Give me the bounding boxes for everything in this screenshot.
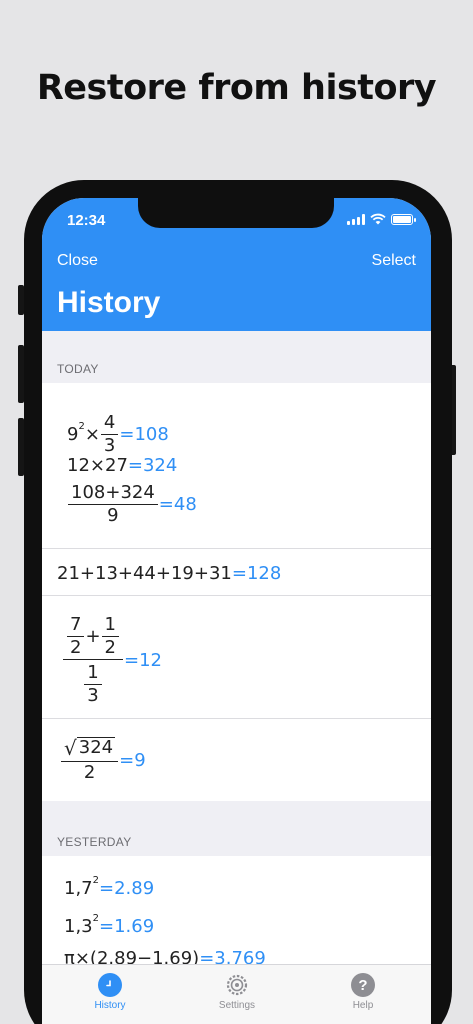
result: =324 [127,455,178,476]
select-button[interactable]: Select [372,252,416,270]
clock-icon [98,973,122,997]
fraction: √ 324 2 [61,736,119,783]
expression: 21+13+44+19+31 [57,563,232,584]
expression-operator: × [84,424,100,445]
result: =2.89 [99,878,155,899]
tab-label: Help [352,1000,374,1011]
fraction-denominator: 3 [103,435,116,456]
expression-base: 1,3 [64,916,93,937]
expression: 12×27 [67,455,128,476]
close-button[interactable]: Close [57,252,98,270]
tab-label: Settings [218,1000,256,1011]
fraction-denominator: 2 [70,637,82,658]
square-root: √ 324 [64,736,116,760]
fraction: 1 3 [84,663,102,706]
complex-denominator: 1 3 [80,660,105,706]
status-icons [347,213,416,225]
history-entry[interactable]: 1,7 2 =2.89 [64,875,155,899]
expression-base: 9 [67,424,79,445]
fraction: 108+324 9 [68,483,158,526]
signal-icon [347,213,365,225]
fraction-denominator: 2 [104,637,116,658]
gear-icon [225,973,249,997]
question-icon: ? [351,973,375,997]
expression-base: 1,7 [64,878,93,899]
expression-exponent: 2 [92,875,100,886]
tab-settings[interactable]: Settings [197,973,277,1011]
fraction: 4 3 [100,413,119,456]
section-header-today: TODAY [57,362,99,376]
tab-history[interactable]: History [70,973,150,1011]
tab-label: History [94,1000,126,1011]
fraction: 7 2 [67,615,85,658]
history-entry[interactable]: 1,3 2 =1.69 [64,913,155,937]
fraction-numerator: √ 324 [61,736,119,762]
result: =1.69 [99,916,155,937]
fraction-numerator: 4 [100,413,119,435]
fraction-numerator: 7 [67,615,85,637]
battery-icon [391,213,416,225]
fraction-denominator: 2 [83,762,96,783]
page-title: History [57,286,161,319]
expression-exponent: 2 [92,913,100,924]
tab-bar: History Settings ? Help [42,964,431,1024]
complex-numerator: 7 2 + 1 2 [63,615,123,660]
today-list: 92 × 4 3 =108 12×27 =324 108+324 9 =48 2… [42,383,431,801]
fraction-denominator: 3 [87,685,99,706]
tab-help[interactable]: ? Help [323,973,403,1011]
row-divider [42,548,431,549]
row-divider [42,718,431,719]
fraction-numerator: 1 [84,663,102,685]
history-entry[interactable]: 92 × 4 3 =108 [67,413,169,456]
phone-screen: 12:34 Close Select History TODAY 92 × 4 … [42,198,431,1024]
history-entry[interactable]: 7 2 + 1 2 1 3 =12 [62,615,162,706]
history-entry[interactable]: √ 324 2 =9 [60,737,146,783]
expression-exponent: 2 [78,421,85,432]
history-entry[interactable]: 108+324 9 =48 [67,483,197,526]
wifi-icon [370,213,386,225]
row-divider [42,595,431,596]
complex-fraction: 7 2 + 1 2 1 3 [63,615,123,706]
history-entry[interactable]: 12×27 =324 [67,455,177,476]
yesterday-list: 1,7 2 =2.89 1,3 2 =1.69 π×(2.89−1.69) =3.7… [42,856,431,976]
result: =108 [119,424,169,445]
section-header-yesterday: YESTERDAY [57,835,132,849]
plus-operator: + [85,625,101,647]
result: =128 [231,563,282,584]
radical-sign: √ [64,736,77,760]
fraction: 1 2 [101,615,119,658]
notch [138,198,334,228]
fraction-numerator: 1 [101,615,119,637]
result: =48 [158,494,197,515]
headline: Restore from history [36,68,437,108]
radicand: 324 [76,737,116,758]
fraction-denominator: 9 [107,505,119,526]
result: =9 [119,749,146,771]
history-entry[interactable]: 21+13+44+19+31 =128 [57,563,281,584]
status-time: 12:34 [67,212,106,229]
result: =12 [124,650,162,671]
fraction-numerator: 108+324 [68,483,158,505]
